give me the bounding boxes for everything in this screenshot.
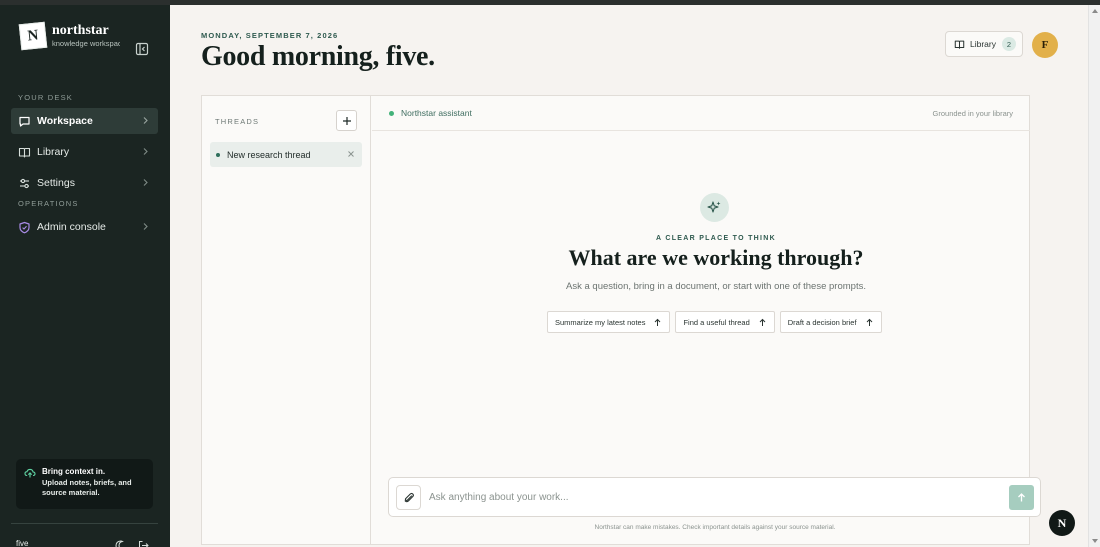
shield-icon <box>18 221 31 234</box>
assistant-fab[interactable]: N <box>1049 510 1075 536</box>
avatar[interactable]: F <box>1032 32 1058 58</box>
arrow-up-icon <box>866 318 872 326</box>
message-input[interactable] <box>429 488 999 506</box>
brand[interactable]: N northstar knowledge workspace <box>18 21 120 51</box>
chat-subline: Ask a question, bring in a document, or … <box>566 281 866 292</box>
send-button[interactable] <box>1009 485 1034 510</box>
arrow-up-icon <box>759 318 766 326</box>
book-icon <box>18 146 31 159</box>
disclaimer: Northstar can make mistakes. Check impor… <box>594 524 836 531</box>
sidebar-item-label: Settings <box>37 177 75 189</box>
context-card-title: Bring context in. <box>42 467 106 476</box>
sidebar-item-label: Admin console <box>37 221 106 233</box>
library-button-label: Library <box>970 39 996 49</box>
prompt-label: Draft a decision brief <box>787 317 857 327</box>
status-dot <box>389 111 394 116</box>
page-scrollbar[interactable] <box>1088 5 1100 547</box>
assistant-name: Northstar assistant <box>401 108 472 118</box>
sidebar-item-label: Library <box>37 146 70 158</box>
date-line: MONDAY, SEPTEMBER 7, 2026 <box>201 31 339 40</box>
prompt-find-thread[interactable]: Find a useful thread <box>675 311 775 333</box>
plus-icon <box>342 116 351 125</box>
scroll-up-icon[interactable] <box>1092 9 1098 13</box>
sidebar: N northstar knowledge workspace YOUR DES… <box>0 5 170 547</box>
book-icon <box>954 39 965 50</box>
section-label-operations: OPERATIONS <box>18 199 79 208</box>
chat-header: Northstar assistant Grounded in your lib… <box>372 96 1030 131</box>
page-title: Good morning, five. <box>201 41 435 72</box>
thread-item[interactable]: New research thread <box>210 142 362 167</box>
chat-icon <box>18 115 31 128</box>
thread-active-dot <box>216 152 220 157</box>
library-count-badge: 2 <box>1001 37 1016 51</box>
chevron-right-icon <box>141 116 150 125</box>
sidebar-user-name: five <box>16 539 29 547</box>
paperclip-icon <box>404 492 414 502</box>
collapse-sidebar-icon[interactable] <box>135 42 149 56</box>
scroll-down-icon[interactable] <box>1092 539 1098 543</box>
library-button[interactable]: Library 2 <box>945 31 1023 57</box>
sidebar-item-library[interactable]: Library <box>11 139 158 165</box>
thread-title: New research thread <box>227 149 311 160</box>
main-content: MONDAY, SEPTEMBER 7, 2026 Good morning, … <box>170 5 1088 547</box>
brand-name: northstar <box>52 23 109 39</box>
arrow-up-icon <box>1018 493 1025 502</box>
cloud-upload-icon <box>24 467 36 479</box>
prompt-suggestions: Summarize my latest notes Find a useful … <box>547 311 887 333</box>
brand-subtitle: knowledge workspace <box>52 40 120 48</box>
northstar-logo-icon: N <box>18 21 48 51</box>
section-label-desk: YOUR DESK <box>18 93 73 102</box>
sidebar-divider <box>11 523 158 524</box>
prompt-draft-brief[interactable]: Draft a decision brief <box>779 311 882 333</box>
threads-label: THREADS <box>215 117 260 126</box>
close-icon[interactable] <box>347 150 355 158</box>
chat-kicker: A CLEAR PLACE TO THINK <box>656 235 776 242</box>
context-card-description: Upload notes, briefs, and source materia… <box>42 477 132 497</box>
prompt-label: Find a useful thread <box>683 317 750 327</box>
sidebar-item-settings[interactable]: Settings <box>11 170 158 196</box>
logout-icon[interactable] <box>138 538 149 547</box>
sliders-icon <box>18 177 31 190</box>
grounded-label: Grounded in your library <box>932 109 1013 118</box>
sparkle-icon <box>707 201 721 213</box>
chevron-right-icon <box>141 222 150 231</box>
chevron-right-icon <box>141 147 150 156</box>
chat-headline: What are we working through? <box>568 245 864 270</box>
chevron-right-icon <box>141 178 150 187</box>
sidebar-item-label: Workspace <box>37 115 93 127</box>
context-upload-card[interactable]: Bring context in. Upload notes, briefs, … <box>16 459 153 509</box>
prompt-label: Summarize my latest notes <box>555 317 646 327</box>
sparkle-badge <box>700 193 729 222</box>
moon-icon[interactable] <box>115 538 126 547</box>
new-thread-button[interactable] <box>336 110 357 131</box>
prompt-summarize-notes[interactable]: Summarize my latest notes <box>547 311 671 333</box>
threads-column: THREADS New research thread <box>202 96 371 544</box>
attach-button[interactable] <box>396 485 421 510</box>
composer <box>388 477 1041 517</box>
sidebar-item-workspace[interactable]: Workspace <box>11 108 158 134</box>
arrow-up-icon <box>655 318 661 326</box>
sidebar-item-admin-console[interactable]: Admin console <box>11 214 158 240</box>
